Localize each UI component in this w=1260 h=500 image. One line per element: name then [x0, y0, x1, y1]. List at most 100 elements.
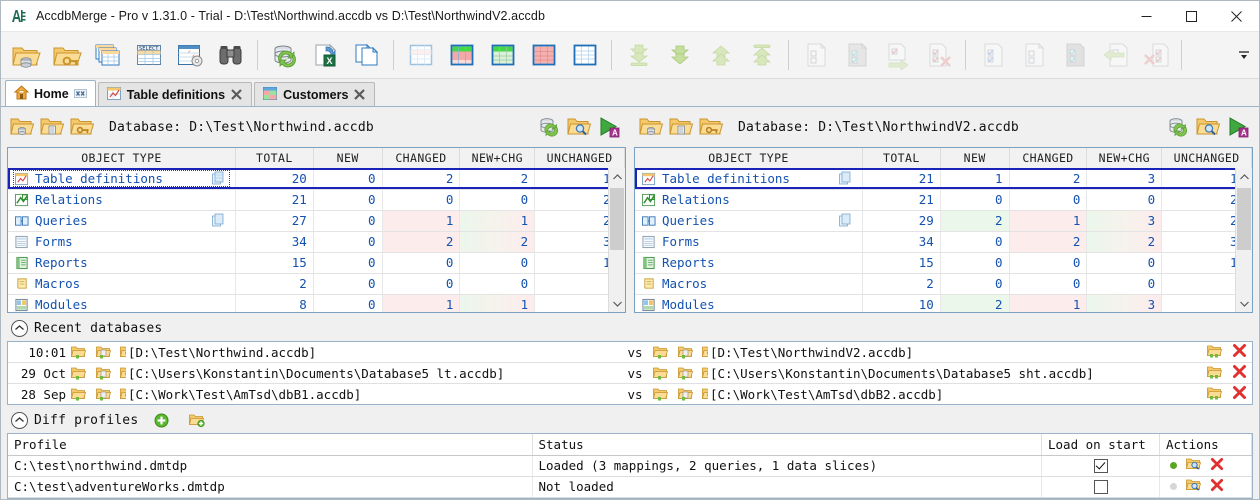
copy-folder-icon[interactable] [677, 344, 694, 360]
load-on-start-checkbox[interactable] [1094, 480, 1108, 494]
checklist-empty-icon[interactable] [836, 34, 877, 76]
cell-object-type[interactable]: Queries [8, 210, 235, 231]
checklist-apply-right-icon[interactable] [918, 34, 959, 76]
open-db-password-icon[interactable] [69, 114, 95, 140]
delete-entry-icon[interactable] [1226, 384, 1252, 405]
table-row[interactable]: Modules 10 2 1 3 7 [635, 294, 1252, 313]
merge-up-icon[interactable] [700, 34, 741, 76]
copy-objects-icon[interactable] [212, 213, 227, 228]
find-binoculars-icon[interactable] [210, 34, 251, 76]
delete-entry-icon[interactable] [1226, 342, 1252, 363]
column-changed[interactable]: CHANGED [382, 148, 460, 168]
cell-object-type[interactable]: Table definitions [8, 168, 235, 189]
copy-objects-icon[interactable] [839, 213, 854, 228]
delete-profile-icon[interactable] [1210, 478, 1224, 495]
merge-down-icon[interactable] [659, 34, 700, 76]
refresh-database-icon[interactable] [264, 34, 305, 76]
copy-folder-icon[interactable] [95, 365, 112, 381]
table-row[interactable]: Queries 29 2 1 3 26 [635, 210, 1252, 231]
copy-objects-icon[interactable] [212, 171, 227, 186]
table-row[interactable]: Queries 27 0 1 1 26 [8, 210, 625, 231]
open-db-copy-icon[interactable] [39, 114, 65, 140]
list-item[interactable]: 10:01 [D:\Test\Northwind.accdb] vs [D:\T… [8, 342, 1252, 363]
merge-all-up-icon[interactable] [741, 34, 782, 76]
table-row[interactable]: Relations 21 0 0 0 21 [635, 189, 1252, 210]
cell-object-type[interactable]: Table definitions [635, 168, 862, 189]
column-changed[interactable]: CHANGED [1009, 148, 1087, 168]
load-on-start-checkbox[interactable] [1094, 459, 1108, 473]
list-item[interactable]: 29 Oct [C:\Users\Konstantin\Documents\Da… [8, 363, 1252, 384]
cell-object-type[interactable]: Relations [635, 189, 862, 210]
inspect-profile-icon[interactable] [1186, 478, 1201, 495]
inspect-db-icon[interactable] [566, 114, 592, 140]
checklist-selected-icon[interactable] [877, 34, 918, 76]
table-row[interactable]: C:\test\northwind.dmtdp Loaded (3 mappin… [8, 455, 1252, 476]
table-row[interactable]: Macros 2 0 0 0 2 [635, 273, 1252, 294]
checklist-apply-left-icon[interactable] [1095, 34, 1136, 76]
maximize-button[interactable] [1169, 1, 1214, 31]
copy-folder-icon[interactable] [95, 344, 112, 360]
table-changed-icon[interactable] [523, 34, 564, 76]
open-database-icon[interactable] [5, 34, 46, 76]
scroll-up-arrow-icon[interactable] [1236, 168, 1252, 185]
table-row[interactable]: Reports 15 0 0 0 15 [635, 252, 1252, 273]
inspect-folder-icon[interactable] [701, 344, 708, 360]
table-row[interactable]: Reports 15 0 0 0 15 [8, 252, 625, 273]
cell-object-type[interactable]: Macros [8, 273, 235, 294]
export-to-excel-icon[interactable]: X [305, 34, 346, 76]
cell-object-type[interactable]: Forms [635, 231, 862, 252]
minimize-button[interactable] [1124, 1, 1169, 31]
table-row[interactable]: Relations 21 0 0 0 21 [8, 189, 625, 210]
table-unchanged-icon[interactable] [564, 34, 605, 76]
column-total[interactable]: TOTAL [235, 148, 313, 168]
cell-object-type[interactable]: Queries [635, 210, 862, 231]
reopen-pair-icon[interactable] [1202, 363, 1226, 384]
open-folder-icon[interactable] [70, 344, 87, 360]
copy-folder-icon[interactable] [677, 365, 694, 381]
copy-objects-icon[interactable] [839, 171, 854, 186]
open-folder-icon[interactable] [652, 365, 669, 381]
cell-load-on-start[interactable] [1042, 455, 1160, 476]
open-database-with-password-icon[interactable] [46, 34, 87, 76]
sql-select-query-icon[interactable]: SELECT [128, 34, 169, 76]
open-folder-icon[interactable] [652, 386, 669, 402]
open-db-file-icon[interactable] [9, 114, 35, 140]
table-settings-icon[interactable]: ✓✓ [169, 34, 210, 76]
checklist-selected2-icon[interactable] [1054, 34, 1095, 76]
launch-access-icon[interactable]: A [596, 114, 622, 140]
open-db-file-icon[interactable] [638, 114, 664, 140]
open-db-copy-icon[interactable] [668, 114, 694, 140]
column-unchanged[interactable]: UNCHANGED [1162, 148, 1252, 168]
vertical-scrollbar-right[interactable] [1235, 168, 1252, 312]
column-unchanged[interactable]: UNCHANGED [535, 148, 625, 168]
reopen-pair-icon[interactable] [1202, 384, 1226, 405]
table-row[interactable]: Table definitions 20 0 2 2 18 [8, 168, 625, 189]
vertical-scrollbar-left[interactable] [608, 168, 625, 312]
table-row[interactable]: Table definitions 21 1 2 3 18 [635, 168, 1252, 189]
column-object-type[interactable]: OBJECT TYPE [8, 148, 235, 168]
close-tab-icon[interactable] [353, 88, 366, 101]
add-profile-icon[interactable] [152, 411, 170, 429]
table-row[interactable]: Macros 2 0 0 0 2 [8, 273, 625, 294]
scroll-down-arrow-icon[interactable] [1236, 295, 1252, 312]
column-total[interactable]: TOTAL [862, 148, 940, 168]
column-object-type[interactable]: OBJECT TYPE [635, 148, 862, 168]
inspect-folder-icon[interactable] [119, 386, 126, 402]
cell-object-type[interactable]: Modules [635, 294, 862, 313]
merge-all-down-icon[interactable] [618, 34, 659, 76]
reopen-pair-icon[interactable] [1202, 342, 1226, 363]
cell-object-type[interactable]: Macros [635, 273, 862, 294]
column-profile[interactable]: Profile [8, 434, 532, 455]
reload-db-icon[interactable] [536, 114, 562, 140]
table-new-changed-icon[interactable] [441, 34, 482, 76]
delete-entry-icon[interactable] [1226, 363, 1252, 384]
scroll-down-arrow-icon[interactable] [609, 295, 625, 312]
tab-table-definitions[interactable]: Table definitions [98, 82, 252, 106]
checklist-right-icon[interactable] [972, 34, 1013, 76]
checklist-right-empty-icon[interactable] [1013, 34, 1054, 76]
table-row[interactable]: C:\test\adventureWorks.dmtdp Not loaded [8, 476, 1252, 497]
copy-folder-icon[interactable] [95, 386, 112, 402]
open-folder-icon[interactable] [652, 344, 669, 360]
cell-object-type[interactable]: Modules [8, 294, 235, 313]
table-blank-icon[interactable] [400, 34, 441, 76]
